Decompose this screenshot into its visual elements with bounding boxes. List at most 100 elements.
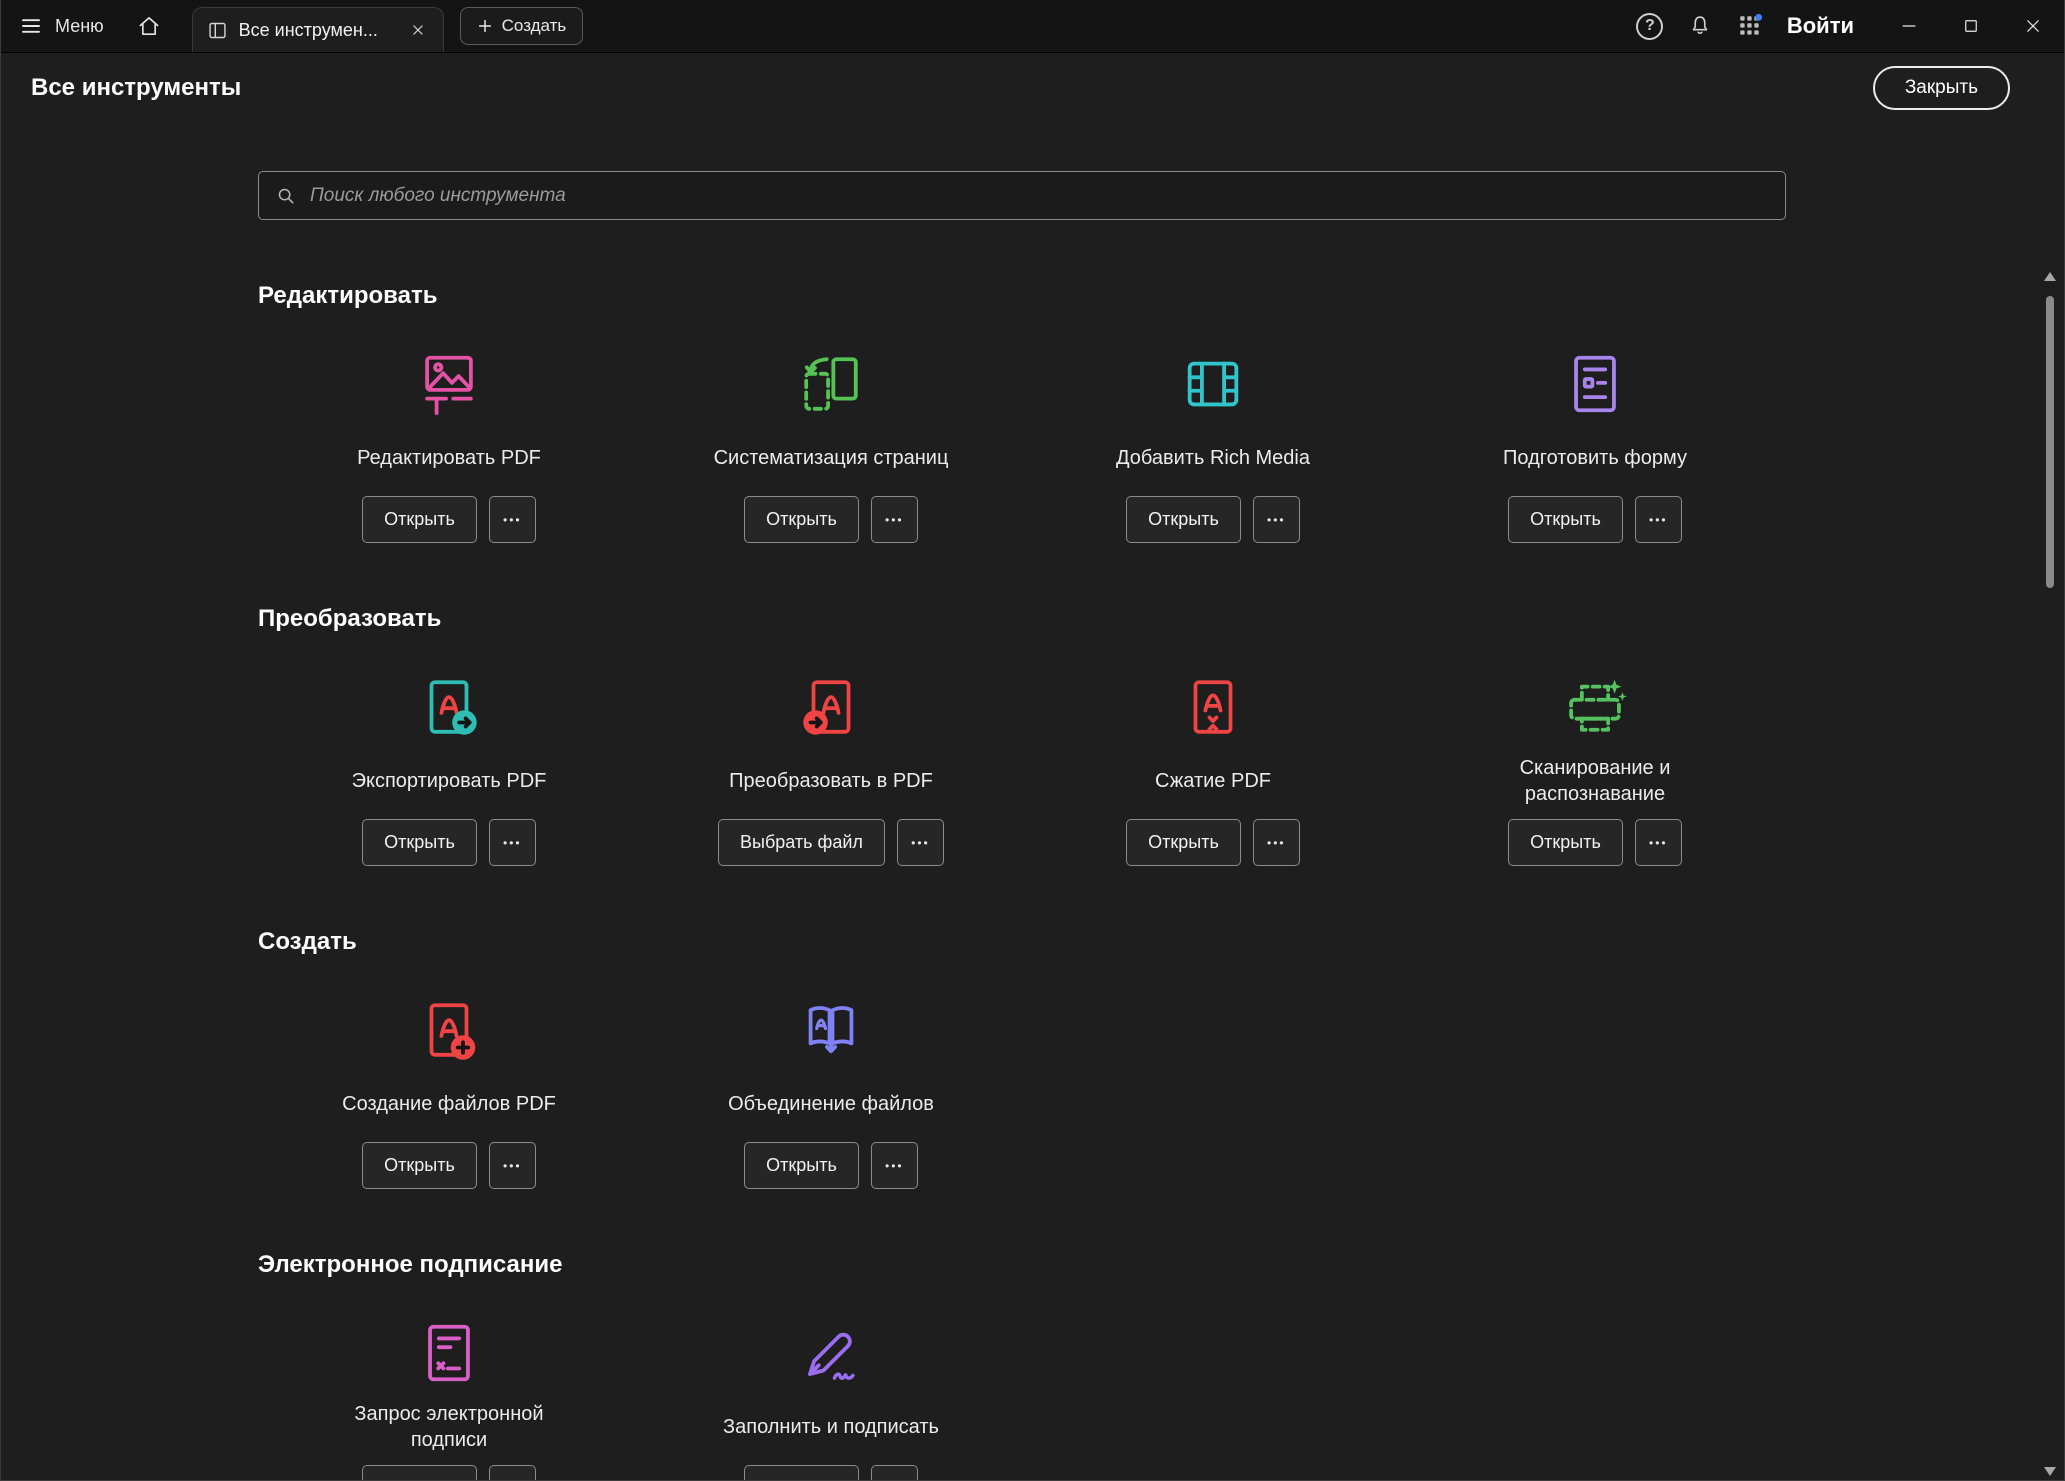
tool-actions: Открыть ••• (744, 1142, 918, 1189)
more-options-button[interactable]: ••• (871, 496, 918, 543)
tool-label: Заполнить и подписать (723, 1399, 939, 1455)
scrollbar-thumb[interactable] (2046, 296, 2054, 588)
tool-label: Добавить Rich Media (1116, 430, 1310, 486)
open-button[interactable]: Открыть (744, 496, 859, 543)
ellipsis-icon: ••• (1649, 513, 1668, 527)
content: Редактировать Редактировать PDF Открыть (258, 171, 1786, 1481)
tool-card: Экспортировать PDF Открыть ••• (258, 671, 640, 866)
more-options-button[interactable]: ••• (1253, 496, 1300, 543)
open-button[interactable]: Открыть (362, 496, 477, 543)
more-options-button[interactable]: ••• (1635, 496, 1682, 543)
open-button[interactable]: Открыть (1508, 496, 1623, 543)
combine-files-icon (796, 994, 866, 1066)
titlebar-right: ? (1625, 0, 2064, 52)
more-options-button[interactable]: ••• (1253, 819, 1300, 866)
more-options-button[interactable]: ••• (489, 1465, 536, 1481)
convert-to-pdf-icon (796, 671, 866, 743)
ellipsis-icon: ••• (911, 836, 930, 850)
titlebar: Меню Все инструмен... (1, 0, 2064, 53)
tool-label: Систематизация страниц (714, 430, 949, 486)
more-options-button[interactable]: ••• (489, 1142, 536, 1189)
more-options-button[interactable]: ••• (489, 819, 536, 866)
maximize-icon (1962, 17, 1980, 35)
notifications-button[interactable] (1675, 0, 1725, 53)
section-title: Редактировать (258, 282, 1786, 310)
tool-card: Сжатие PDF Открыть ••• (1022, 671, 1404, 866)
search-input[interactable] (310, 185, 1769, 207)
section-title: Создать (258, 928, 1786, 956)
fill-sign-icon (796, 1317, 866, 1389)
home-icon (136, 13, 162, 39)
scroll-down-arrow-icon[interactable] (2044, 1467, 2056, 1476)
tool-actions: Открыть ••• (744, 496, 918, 543)
help-icon: ? (1636, 13, 1663, 40)
close-all-tools-button[interactable]: Закрыть (1873, 66, 2010, 110)
open-button[interactable]: Открыть (362, 1142, 477, 1189)
close-window-button[interactable] (2002, 0, 2064, 53)
tool-actions: Открыть ••• (362, 1465, 536, 1481)
tool-grid: Редактировать PDF Открыть ••• (258, 348, 1786, 543)
tool-label: Сканирование и распознавание (1463, 753, 1727, 809)
more-options-button[interactable]: ••• (897, 819, 944, 866)
section-convert: Преобразовать (258, 605, 1786, 866)
section-title: Преобразовать (258, 605, 1786, 633)
tab-close-icon[interactable] (407, 19, 429, 41)
open-button[interactable]: Открыть (744, 1142, 859, 1189)
tool-grid: Создание файлов PDF Открыть ••• (258, 994, 1786, 1189)
tab-all-tools[interactable]: Все инструмен... (192, 7, 444, 52)
tool-label: Сжатие PDF (1155, 753, 1271, 809)
tool-label: Редактировать PDF (357, 430, 541, 486)
export-pdf-icon (414, 671, 484, 743)
ellipsis-icon: ••• (503, 1159, 522, 1173)
tool-grid: Запрос электронной подписи Открыть ••• (258, 1317, 1786, 1481)
tool-actions: Открыть ••• (1508, 819, 1682, 866)
more-options-button[interactable]: ••• (871, 1142, 918, 1189)
apps-button[interactable] (1725, 0, 1775, 53)
tool-card: Сканирование и распознавание Открыть ••• (1404, 671, 1786, 866)
plus-icon (477, 18, 493, 34)
scan-ocr-icon (1560, 671, 1630, 743)
maximize-button[interactable] (1940, 0, 2002, 53)
vertical-scrollbar[interactable] (2041, 272, 2059, 1478)
tool-card: Редактировать PDF Открыть ••• (258, 348, 640, 543)
more-options-button[interactable]: ••• (1635, 819, 1682, 866)
open-button[interactable]: Открыть (1508, 819, 1623, 866)
open-button[interactable]: Открыть (362, 1465, 477, 1481)
open-button[interactable]: Открыть (362, 819, 477, 866)
help-button[interactable]: ? (1625, 0, 1675, 53)
minimize-button[interactable] (1878, 0, 1940, 53)
open-button[interactable]: Открыть (1126, 819, 1241, 866)
tool-card: Запрос электронной подписи Открыть ••• (258, 1317, 640, 1481)
create-button[interactable]: Создать (460, 7, 584, 45)
app-window: Меню Все инструмен... (0, 0, 2065, 1481)
sign-in-button[interactable]: Войти (1787, 13, 1854, 39)
home-button[interactable] (122, 0, 176, 52)
tool-label: Запрос электронной подписи (317, 1399, 581, 1455)
tool-label: Создание файлов PDF (342, 1076, 556, 1132)
tool-label: Подготовить форму (1503, 430, 1687, 486)
tool-actions: Открыть ••• (362, 819, 536, 866)
page-title: Все инструменты (31, 74, 241, 102)
edit-pdf-icon (414, 348, 484, 420)
section-edit: Редактировать Редактировать PDF Открыть (258, 282, 1786, 543)
scroll-up-arrow-icon[interactable] (2044, 272, 2056, 281)
more-options-button[interactable]: ••• (489, 496, 536, 543)
tab-title: Все инструмен... (239, 20, 396, 41)
tool-label: Объединение файлов (728, 1076, 934, 1132)
ellipsis-icon: ••• (503, 836, 522, 850)
hamburger-icon (19, 14, 43, 38)
ellipsis-icon: ••• (503, 513, 522, 527)
tool-card: Заполнить и подписать Открыть ••• (640, 1317, 1022, 1481)
menu-label: Меню (55, 16, 104, 37)
open-button[interactable]: Открыть (1126, 496, 1241, 543)
choose-file-button[interactable]: Выбрать файл (718, 819, 885, 866)
menu-button[interactable]: Меню (1, 0, 122, 52)
open-button[interactable]: Открыть (744, 1465, 859, 1481)
organize-pages-icon (796, 348, 866, 420)
bell-icon (1687, 13, 1713, 39)
page-header: Все инструменты Закрыть (1, 53, 2064, 122)
minimize-icon (1899, 16, 1919, 36)
ellipsis-icon: ••• (1267, 836, 1286, 850)
ellipsis-icon: ••• (885, 513, 904, 527)
more-options-button[interactable]: ••• (871, 1465, 918, 1481)
